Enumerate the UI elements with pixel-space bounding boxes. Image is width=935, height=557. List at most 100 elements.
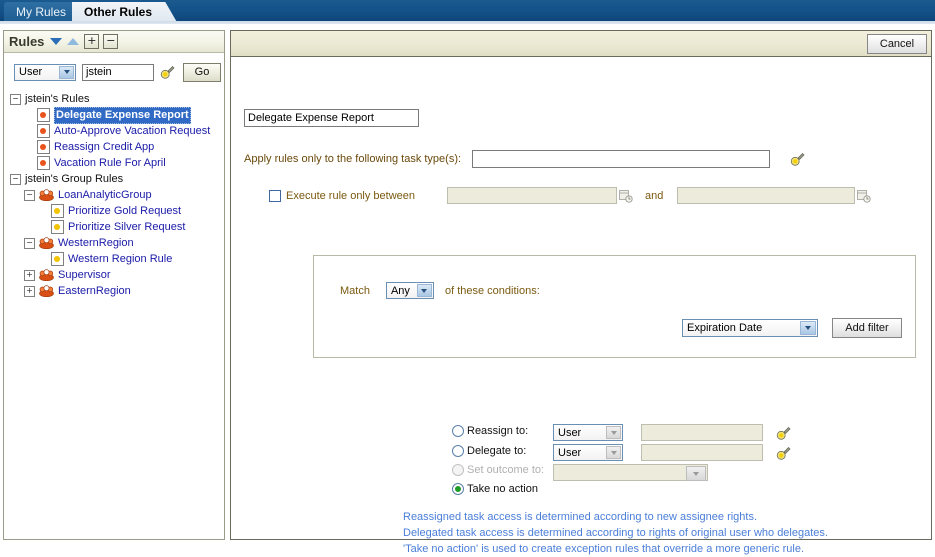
match-type-value: Any: [390, 284, 410, 297]
tree-node[interactable]: − LoanAnalyticGroup: [10, 187, 224, 203]
flashlight-picker-glyph: [160, 66, 175, 79]
expander-collapse-icon[interactable]: −: [24, 189, 35, 201]
rule-name-input[interactable]: Delegate Expense Report: [244, 109, 419, 127]
tree-node[interactable]: − jstein's Group Rules: [10, 171, 224, 187]
help-text-block: Reassigned task access is determined acc…: [403, 509, 828, 557]
tree-node[interactable]: Auto-Approve Vacation Request: [10, 123, 224, 139]
reassign-type-value: User: [558, 426, 582, 439]
tree-node[interactable]: − jstein's Rules: [10, 91, 224, 107]
filter-attribute-select[interactable]: Expiration Date: [682, 319, 818, 337]
match-type-select[interactable]: Any: [385, 282, 434, 299]
tree-node[interactable]: Reassign Credit App: [10, 139, 224, 155]
set-outcome-select[interactable]: [553, 464, 708, 481]
rule-document-icon: [51, 204, 64, 218]
rules-tree: − jstein's Rules Delegate Expense Report Au…: [4, 85, 224, 299]
help-line-1: Reassigned task access is determined acc…: [403, 511, 758, 523]
search-user-value: jstein: [86, 66, 112, 78]
delegate-radio[interactable]: [452, 445, 464, 457]
search-scope-value: User: [19, 66, 43, 78]
calendar-glyph: [619, 189, 633, 203]
chevron-down-icon: [606, 446, 621, 459]
cancel-button-label: Cancel: [879, 37, 915, 50]
execute-between-label: Execute rule only between: [286, 189, 416, 202]
task-type-input[interactable]: [472, 150, 771, 168]
tree-node-label: Vacation Rule For April: [54, 157, 166, 169]
tree-node-label: LoanAnalyticGroup: [58, 189, 152, 201]
help-line-3: 'Take no action' is used to create excep…: [403, 543, 805, 555]
delegate-target-input[interactable]: [641, 444, 763, 461]
flashlight-picker-icon[interactable]: [159, 65, 175, 79]
expander-collapse-icon[interactable]: −: [24, 237, 35, 249]
of-these-conditions-label: of these conditions:: [444, 284, 540, 297]
expander-expand-icon[interactable]: +: [24, 269, 35, 281]
search-go-label: Go: [194, 66, 210, 78]
reassign-label: Reassign to:: [467, 425, 529, 437]
tree-node[interactable]: Delegate Expense Report: [10, 106, 224, 124]
filter-attribute-value: Expiration Date: [687, 322, 763, 334]
delegate-type-value: User: [558, 446, 582, 459]
tree-node-label: Auto-Approve Vacation Request: [54, 125, 211, 137]
set-outcome-radio[interactable]: [452, 464, 464, 476]
triangle-up-icon[interactable]: [67, 38, 80, 45]
search-go-button[interactable]: Go: [183, 62, 221, 82]
tree-node[interactable]: − WesternRegion: [10, 235, 224, 251]
tree-node-label: EasternRegion: [58, 285, 131, 297]
tree-node[interactable]: + EasternRegion: [10, 283, 224, 299]
help-line-2: Delegated task access is determined acco…: [403, 527, 828, 539]
flashlight-picker-glyph: [776, 446, 791, 460]
execute-between-checkbox[interactable]: [269, 189, 281, 202]
expander-expand-icon[interactable]: +: [24, 285, 35, 297]
rule-document-icon: [51, 252, 64, 266]
take-no-action-radio[interactable]: [452, 483, 464, 495]
calendar-picker-icon-2[interactable]: [857, 189, 872, 203]
rule-editor-toolbar: Cancel: [231, 31, 931, 57]
tree-node[interactable]: Prioritize Gold Request: [10, 203, 224, 219]
expander-collapse-icon[interactable]: −: [10, 173, 21, 185]
execute-and-label: and: [645, 189, 664, 202]
rule-editor-body: Delegate Expense Report Apply rules only…: [231, 57, 931, 555]
cancel-button[interactable]: Cancel: [867, 33, 927, 54]
calendar-picker-icon[interactable]: [619, 189, 633, 203]
delegate-label: Delegate to:: [467, 445, 527, 457]
group-glyph: [39, 189, 54, 202]
tree-node[interactable]: Vacation Rule For April: [10, 155, 224, 171]
tree-node-label: Prioritize Silver Request: [68, 221, 186, 233]
expander-collapse-icon[interactable]: −: [10, 93, 21, 105]
remove-rule-button[interactable]: −: [103, 34, 119, 49]
task-type-picker-icon[interactable]: [789, 152, 805, 166]
delegate-type-select[interactable]: User: [553, 444, 623, 461]
reassign-picker-icon[interactable]: [775, 426, 791, 440]
search-scope-select[interactable]: User: [14, 63, 76, 81]
reassign-radio[interactable]: [452, 425, 464, 437]
delegate-picker-icon[interactable]: [775, 446, 791, 460]
search-user-input[interactable]: jstein: [82, 63, 154, 81]
tree-node[interactable]: Prioritize Silver Request: [10, 219, 224, 235]
reassign-target-input[interactable]: [641, 424, 763, 441]
tree-node[interactable]: Western Region Rule: [10, 251, 224, 267]
add-rule-button[interactable]: +: [84, 34, 100, 49]
rules-panel-title: Rules: [9, 34, 45, 49]
tree-node-label: Western Region Rule: [68, 253, 173, 265]
add-filter-button[interactable]: Add filter: [832, 318, 902, 338]
group-icon: [39, 237, 54, 250]
execute-from-input[interactable]: [447, 187, 618, 204]
tab-bar-underline: [0, 21, 935, 24]
rule-document-icon: [37, 140, 50, 154]
rule-document-icon: [37, 108, 50, 122]
tree-node-label: jstein's Group Rules: [25, 173, 124, 185]
chevron-down-icon: [800, 321, 816, 335]
add-filter-label: Add filter: [845, 322, 889, 334]
execute-to-input[interactable]: [677, 187, 856, 204]
tree-node[interactable]: + Supervisor: [10, 267, 224, 283]
tree-node-label: WesternRegion: [58, 237, 134, 249]
triangle-down-icon[interactable]: [50, 38, 63, 45]
group-icon: [39, 189, 54, 202]
rules-search-bar: User jstein Go: [4, 53, 224, 85]
reassign-type-select[interactable]: User: [553, 424, 623, 441]
rules-panel-header: Rules + −: [4, 31, 224, 53]
rule-editor-panel: Cancel Delegate Expense Report Apply rul…: [230, 30, 932, 555]
match-label: Match: [340, 284, 370, 297]
rule-document-icon: [37, 156, 50, 170]
set-outcome-label: Set outcome to:: [467, 464, 545, 476]
group-glyph: [39, 237, 54, 250]
